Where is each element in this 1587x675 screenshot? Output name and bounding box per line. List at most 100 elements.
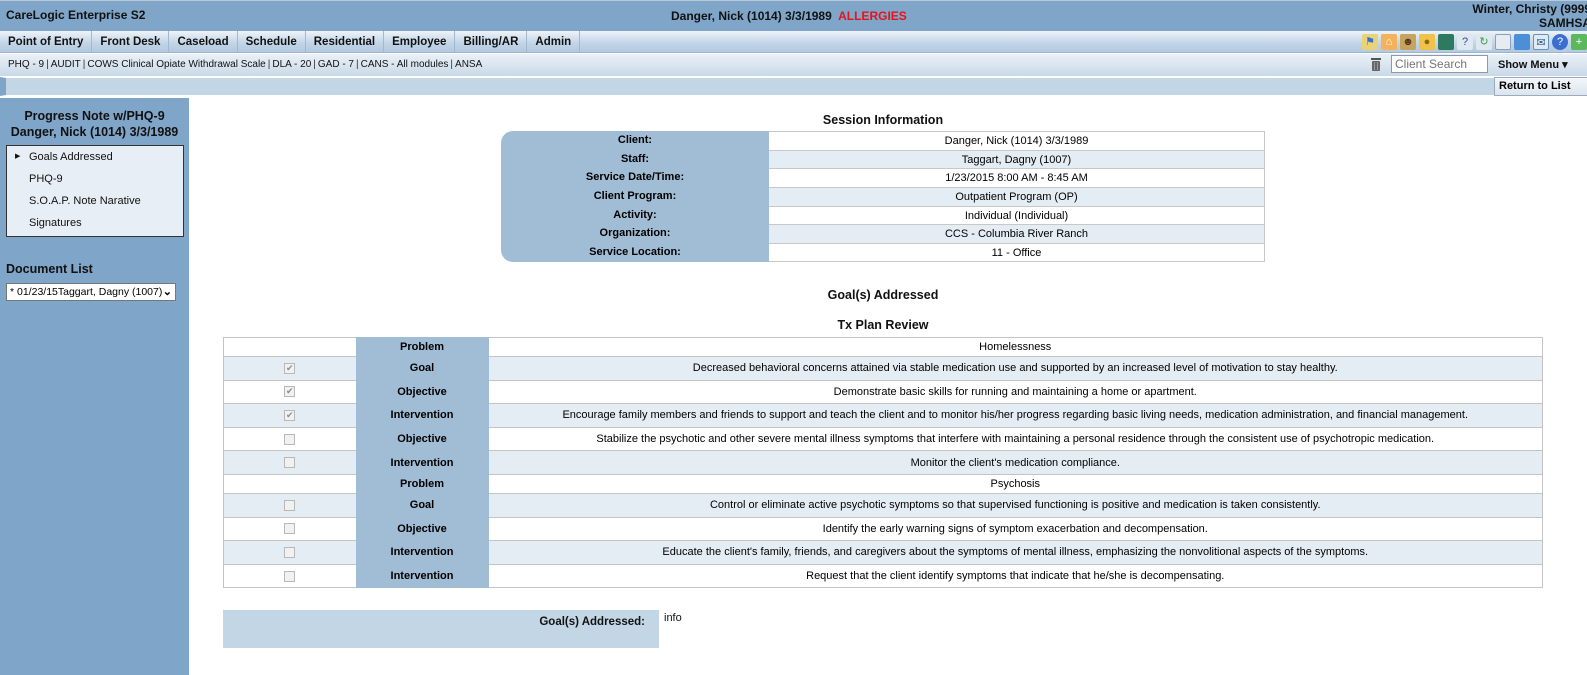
- label-client-program: Client Program:: [593, 190, 677, 203]
- checkbox-checked[interactable]: ✔: [284, 386, 296, 398]
- checkbox-unchecked[interactable]: [284, 570, 296, 582]
- users-icon[interactable]: ☻: [1400, 34, 1416, 50]
- link-gad7[interactable]: GAD - 7: [318, 59, 354, 70]
- tx-item-row: Intervention Monitor the client's medicat…: [223, 450, 1543, 475]
- document-name: Progress Note w/PHQ-9: [24, 109, 165, 123]
- link-cows[interactable]: COWS Clinical Opiate Withdrawal Scale: [87, 59, 265, 70]
- menu-front-desk[interactable]: Front Desk: [92, 31, 170, 53]
- checkbox-checked[interactable]: ✔: [284, 362, 296, 374]
- mail-icon[interactable]: ✉: [1533, 34, 1549, 50]
- client-search-input[interactable]: [1391, 55, 1488, 73]
- refresh-icon[interactable]: ↻: [1476, 34, 1492, 50]
- allergies-link[interactable]: ALLERGIES: [838, 9, 907, 23]
- lock-icon[interactable]: ●: [1419, 34, 1435, 50]
- value-client-program: Outpatient Program (OP): [769, 188, 1264, 207]
- menu-schedule[interactable]: Schedule: [238, 31, 306, 53]
- nav-goals-addressed[interactable]: ▶ Goals Addressed: [7, 146, 183, 168]
- menu-admin[interactable]: Admin: [527, 31, 581, 53]
- problem-name: Homelessness: [488, 337, 1543, 357]
- row-type: Goal: [355, 356, 489, 381]
- goals-addressed-value[interactable]: info: [664, 612, 682, 624]
- sub-toolbar: [0, 77, 1587, 96]
- current-arrow-icon: ▶: [15, 153, 21, 160]
- nav-phq9[interactable]: PHQ-9: [7, 168, 183, 190]
- link-audit[interactable]: AUDIT: [51, 59, 81, 70]
- nav-soap-note[interactable]: S.O.A.P. Note Narative: [7, 190, 183, 212]
- checkbox-unchecked[interactable]: [284, 547, 296, 559]
- document-list-label: Document List: [6, 262, 93, 276]
- patient-header[interactable]: Danger, Nick (1014) 3/3/1989 ALLERGIES: [671, 9, 907, 23]
- label-organization: Organization:: [599, 227, 671, 240]
- document-list-select[interactable]: * 01/23/15Taggart, Dagny (1007) ⌄: [6, 283, 176, 301]
- menu-billing-ar[interactable]: Billing/AR: [455, 31, 528, 53]
- item-description: Stabilize the psychotic and other severe…: [488, 426, 1543, 452]
- checkbox-checked[interactable]: ✔: [284, 410, 296, 422]
- assessment-links-bar: PHQ - 9 | AUDIT | COWS Clinical Opiate Withd…: [0, 54, 1587, 76]
- user-org: SAMHSA: [1538, 16, 1587, 30]
- checkbox-cell: [223, 473, 356, 494]
- tx-item-row: ✔ Objective Demonstrate basic skills for r…: [223, 379, 1543, 405]
- menu-residential[interactable]: Residential: [306, 31, 385, 53]
- nav-label: S.O.A.P. Note Narative: [29, 195, 141, 207]
- sidebar: Progress Note w/PHQ-9 Danger, Nick (1014…: [0, 98, 189, 675]
- checkbox-unchecked[interactable]: [284, 457, 296, 469]
- item-description: Demonstrate basic skills for running and…: [488, 379, 1543, 405]
- problem-row: Problem Homelessness: [223, 337, 1543, 357]
- menu-point-of-entry[interactable]: Point of Entry: [0, 31, 93, 53]
- tx-item-row: Intervention Request that the client iden…: [223, 563, 1543, 589]
- row-type: Problem: [355, 473, 489, 494]
- separator: |: [356, 59, 359, 70]
- tx-item-row: Intervention Educate the client's family,…: [223, 540, 1543, 565]
- tx-item-row: ✔ Goal Decreased behavioral concerns attai…: [223, 356, 1543, 381]
- document-title: Progress Note w/PHQ-9 Danger, Nick (1014…: [0, 108, 189, 140]
- session-labels: Client: Staff: Service Date/Time: Client…: [501, 131, 769, 262]
- checkbox-cell: [223, 563, 356, 589]
- label-service-location: Service Location:: [589, 246, 681, 259]
- nav-label: Goals Addressed: [29, 151, 113, 163]
- row-type: Goal: [355, 492, 489, 518]
- goals-addressed-title: Goal(s) Addressed: [827, 288, 939, 302]
- document-client: Danger, Nick (1014) 3/3/1989: [10, 125, 179, 139]
- checkbox-unchecked[interactable]: [284, 433, 296, 445]
- flag-icon[interactable]: ⚑: [1362, 34, 1378, 50]
- menu-employee[interactable]: Employee: [384, 31, 456, 53]
- word-help-icon[interactable]: ?: [1457, 34, 1473, 50]
- nav-signatures[interactable]: Signatures: [7, 212, 183, 234]
- checkbox-cell: [223, 540, 356, 565]
- green-box-icon[interactable]: [1438, 34, 1454, 50]
- checkbox-unchecked[interactable]: [284, 499, 296, 511]
- row-type: Intervention: [355, 403, 489, 428]
- chevron-down-icon: ⌄: [162, 286, 172, 298]
- tx-plan-review-title: Tx Plan Review: [837, 318, 929, 332]
- link-phq9[interactable]: PHQ - 9: [8, 59, 44, 70]
- goals-addressed-label-box: Goal(s) Addressed:: [223, 610, 659, 648]
- document-icon[interactable]: [1514, 34, 1530, 50]
- row-type: Intervention: [355, 563, 489, 589]
- value-organization: CCS - Columbia River Ranch: [769, 225, 1264, 245]
- separator: |: [46, 59, 49, 70]
- row-type: Intervention: [355, 450, 489, 475]
- label-staff: Staff:: [620, 152, 650, 165]
- return-to-list-button[interactable]: Return to List: [1494, 77, 1587, 96]
- patient-name[interactable]: Danger, Nick (1014) 3/3/1989: [671, 9, 832, 23]
- checkbox-cell: ✔: [223, 379, 356, 405]
- section-nav: ▶ Goals Addressed PHQ-9 S.O.A.P. Note Na…: [6, 145, 184, 237]
- link-cans[interactable]: CANS - All modules: [361, 59, 449, 70]
- checkbox-unchecked[interactable]: [284, 523, 296, 535]
- home-icon[interactable]: ⌂: [1381, 34, 1397, 50]
- item-description: Control or eliminate active psychotic sy…: [488, 492, 1543, 518]
- value-activity: Individual (Individual): [769, 207, 1264, 226]
- help-icon[interactable]: ?: [1552, 34, 1568, 50]
- menu-caseload[interactable]: Caseload: [169, 31, 238, 53]
- current-user: Winter, Christy (9999 SAMHSA: [1472, 2, 1587, 30]
- checkbox-cell: [223, 492, 356, 518]
- link-dla20[interactable]: DLA - 20: [272, 59, 311, 70]
- show-menu-button[interactable]: Show Menu ▾: [1498, 58, 1568, 71]
- nav-label: Signatures: [29, 217, 82, 229]
- checkbox-cell: [223, 337, 356, 357]
- add-icon[interactable]: +: [1571, 34, 1587, 50]
- frame-icon[interactable]: [1495, 34, 1511, 50]
- trash-icon[interactable]: [1370, 57, 1382, 72]
- link-ansa[interactable]: ANSA: [455, 59, 482, 70]
- item-description: Request that the client identify symptom…: [488, 563, 1543, 589]
